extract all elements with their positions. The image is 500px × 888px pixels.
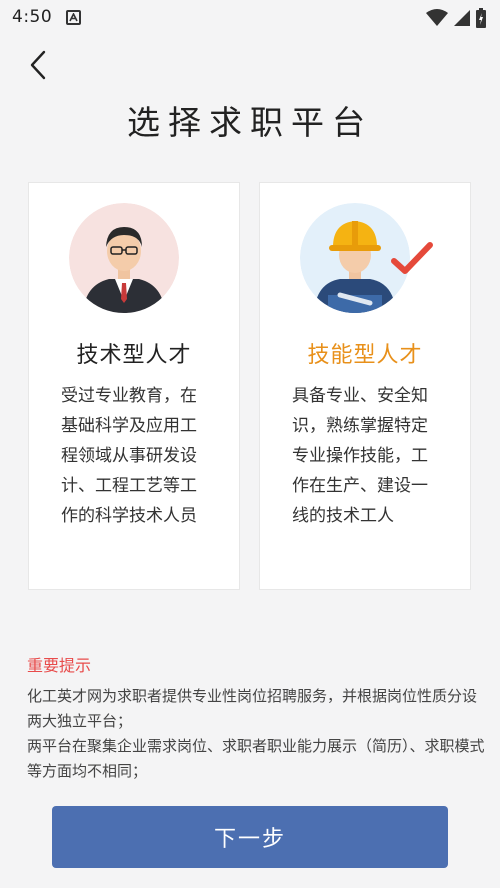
a-icon bbox=[66, 9, 82, 25]
card-title: 技能型人才 bbox=[307, 343, 423, 368]
card-technical-talent[interactable]: 技术型人才 受过专业教育，在基础科学及应用工程领域从事研发设计、工程工艺等工作的… bbox=[28, 182, 240, 590]
back-button[interactable] bbox=[26, 48, 56, 82]
status-bar: 4:50 bbox=[0, 0, 500, 34]
status-icons bbox=[426, 8, 486, 28]
notice-line-2: 两平台在聚集企业需求岗位、求职者职业能力展示（简历）、求职模式等方面均不相同； bbox=[27, 737, 485, 780]
status-time: 4:50 bbox=[12, 7, 53, 27]
check-icon bbox=[391, 242, 433, 274]
wifi-icon bbox=[426, 9, 448, 26]
card-description: 具备专业、安全知识，熟练掌握特定专业操作技能，工作在生产、建设一线的技术工人 bbox=[292, 386, 428, 526]
next-button[interactable]: 下一步 bbox=[52, 806, 448, 868]
businessman-avatar-icon bbox=[69, 203, 179, 313]
back-icon bbox=[30, 50, 46, 80]
notice-body: 化工英才网为求职者提供专业性岗位招聘服务，并根据岗位性质分设两大独立平台； 两平… bbox=[27, 684, 487, 784]
card-description: 受过专业教育，在基础科学及应用工程领域从事研发设计、工程工艺等工作的科学技术人员 bbox=[61, 386, 197, 526]
page-title: 选择求职平台 bbox=[127, 103, 373, 142]
signal-icon bbox=[454, 10, 470, 26]
notice-line-1: 化工英才网为求职者提供专业性岗位招聘服务，并根据岗位性质分设两大独立平台； bbox=[27, 687, 478, 730]
card-title: 技术型人才 bbox=[76, 343, 192, 368]
notice-title: 重要提示 bbox=[27, 656, 92, 675]
battery-charging-icon bbox=[476, 8, 486, 28]
card-skilled-talent[interactable]: 技能型人才 具备专业、安全知识，熟练掌握特定专业操作技能，工作在生产、建设一线的… bbox=[259, 182, 471, 590]
